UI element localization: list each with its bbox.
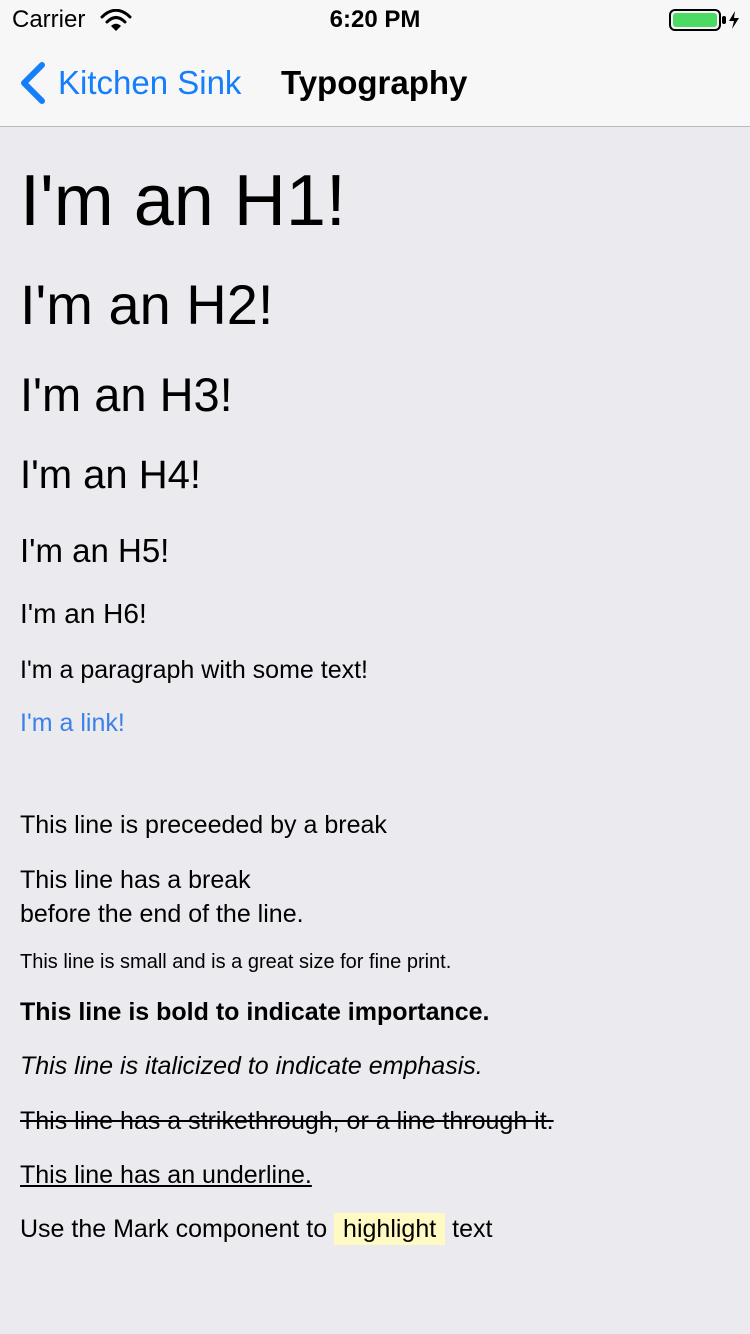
page-title: Typography xyxy=(281,64,468,101)
navigation-bar: Kitchen Sink Typography xyxy=(0,40,750,127)
mark-suffix-text: text xyxy=(452,1215,493,1243)
heading-4: I'm an H4! xyxy=(20,453,202,497)
bold-text: This line is bold to indicate importance… xyxy=(20,998,490,1026)
sample-link[interactable]: I'm a link! xyxy=(20,707,125,739)
line-break-text: This line has a break before the end of … xyxy=(20,863,304,931)
italic-text: This line is italicized to indicate emph… xyxy=(20,1052,483,1080)
underline-text: This line has an underline. xyxy=(20,1161,312,1189)
back-button[interactable]: Kitchen Sink xyxy=(18,62,241,104)
break-text: This line is preceeded by a break xyxy=(20,811,387,839)
heading-6: I'm an H6! xyxy=(20,598,147,629)
paragraph-text: I'm a paragraph with some text! xyxy=(20,656,368,684)
status-time: 6:20 PM xyxy=(329,6,421,33)
mark-prefix-text: Use the Mark component to xyxy=(20,1215,328,1243)
heading-2: I'm an H2! xyxy=(20,273,274,336)
highlight-mark: highlight xyxy=(334,1213,446,1245)
line-break-second-line: before the end of the line. xyxy=(20,900,304,928)
heading-1: I'm an H1! xyxy=(20,161,346,241)
mark-text-row: Use the Mark component to highlight text xyxy=(20,1213,492,1245)
line-break-first-line: This line has a break xyxy=(20,866,251,894)
app-header: Carrier 6:20 PM Kitchen Sink Typography xyxy=(0,0,750,127)
strikethrough-text: This line has a strikethrough, or a line… xyxy=(20,1107,554,1135)
status-bar: Carrier 6:20 PM xyxy=(0,0,750,40)
chevron-left-icon xyxy=(21,62,45,104)
small-text: This line is small and is a great size f… xyxy=(20,951,452,973)
heading-5: I'm an H5! xyxy=(20,532,170,569)
battery-charging-icon xyxy=(669,9,739,31)
heading-3: I'm an H3! xyxy=(20,368,233,421)
back-button-label: Kitchen Sink xyxy=(58,64,242,101)
